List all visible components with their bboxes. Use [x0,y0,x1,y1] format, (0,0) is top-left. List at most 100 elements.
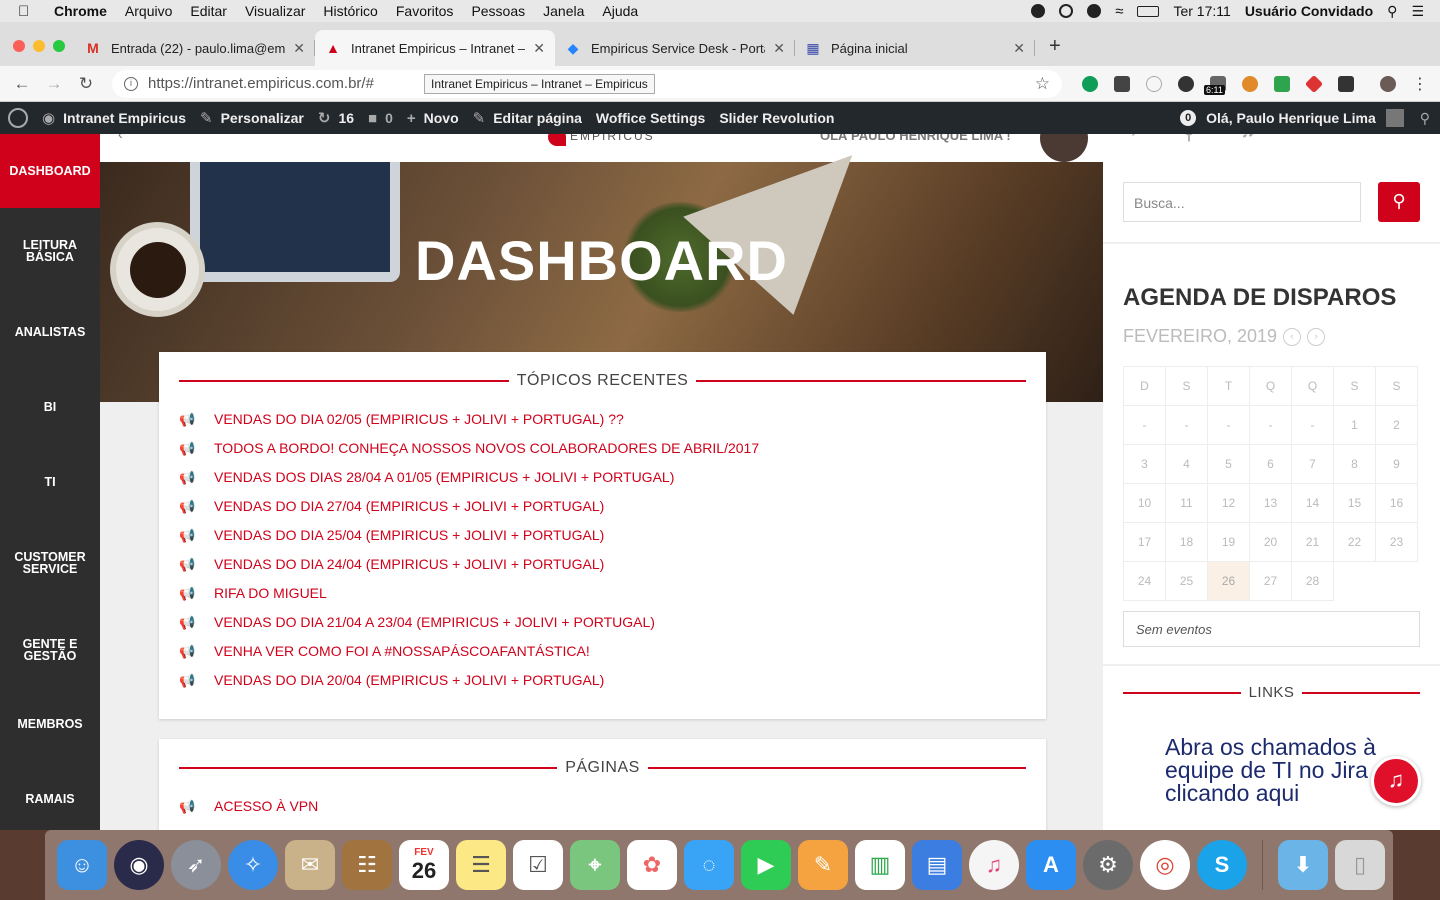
calendar-day[interactable]: - [1291,405,1334,445]
menu-janela[interactable]: Janela [543,3,584,19]
apple-menu-icon[interactable]:  [18,3,40,20]
calendar-day[interactable]: 1 [1333,405,1376,445]
tab-gmail[interactable]: M Entrada (22) - paulo.lima@emp ✕ [75,30,315,66]
topic-link[interactable]: RIFA DO MIGUEL [214,585,327,601]
skype-icon[interactable]: S [1197,840,1247,890]
slider-revolution-link[interactable]: Slider Revolution [719,110,834,126]
extension-owl-icon[interactable] [1242,75,1258,92]
topic-item[interactable]: 📢 VENDAS DO DIA 21/04 A 23/04 (EMPIRICUS … [179,607,1026,636]
calendar-day[interactable]: - [1165,405,1208,445]
updates-link[interactable]: ↻ 16 [318,109,354,127]
trash-icon[interactable]: ▯ [1335,840,1385,890]
calendar-day[interactable]: 23 [1375,522,1418,562]
extension-globe-icon[interactable] [1178,75,1194,92]
topic-item[interactable]: 📢 VENDAS DO DIA 24/04 (EMPIRICUS + JOLIVI… [179,549,1026,578]
siri-icon[interactable]: ◉ [114,840,164,890]
account-greeting[interactable]: Olá, Paulo Henrique Lima [1206,110,1376,126]
extension-dots-icon[interactable] [1114,75,1130,92]
topic-link[interactable]: VENDAS DO DIA 21/04 A 23/04 (EMPIRICUS +… [214,614,655,630]
bell-icon[interactable]: ♫ [1240,134,1255,145]
reminders-icon[interactable]: ☑ [513,840,563,890]
maps-icon[interactable]: ⌖ [570,840,620,890]
url-text[interactable]: https://intranet.empiricus.com.br/# [148,75,374,92]
user-name[interactable]: Usuário Convidado [1245,3,1373,19]
jira-link[interactable]: Abra os chamados à equipe de TI no Jira … [1165,736,1385,805]
menu-visualizar[interactable]: Visualizar [245,3,305,19]
wifi-icon[interactable]: ≈ [1115,3,1123,20]
sidebar-item-customer-service[interactable]: CUSTOMER SERVICE [0,519,100,607]
zoom-window-button[interactable] [53,40,65,52]
menu-editar[interactable]: Editar [190,3,227,19]
keynote-icon[interactable]: ▤ [912,840,962,890]
calendar-icon[interactable]: FEV 26 [399,840,449,890]
calendar-day[interactable]: 13 [1249,483,1292,523]
status-face-icon[interactable] [1087,4,1102,18]
next-month-icon[interactable]: › [1307,327,1326,346]
calendar-day[interactable]: 2 [1375,405,1418,445]
notification-bell-button[interactable]: ♫ [1371,756,1421,806]
collapse-arrow-icon[interactable]: ‹ [118,134,123,142]
clock[interactable]: Ter 17:11 [1173,3,1230,19]
sidebar-item-ramais[interactable]: RAMAIS [0,755,100,830]
calendar-day[interactable]: 11 [1165,483,1208,523]
comments-link[interactable]: ■ 0 [368,110,393,127]
topic-item[interactable]: 📢 VENDAS DO DIA 27/04 (EMPIRICUS + JOLIVI… [179,491,1026,520]
prev-month-icon[interactable]: ‹ [1283,327,1302,346]
pages-icon[interactable]: ✎ [798,840,848,890]
hangouts-icon[interactable] [1082,75,1098,92]
facetime-icon[interactable]: ▶ [741,840,791,890]
menu-pessoas[interactable]: Pessoas [471,3,525,19]
status-circle-icon[interactable] [1059,4,1074,18]
arrow-right-icon[interactable]: › [1131,134,1138,145]
calendar-day[interactable]: - [1249,405,1292,445]
calendar-day[interactable]: 6 [1249,444,1292,484]
calendar-day[interactable]: - [1123,405,1166,445]
calendar-day[interactable]: 9 [1375,444,1418,484]
topic-link[interactable]: VENHA VER COMO FOI A #NOSSAPÁSCOAFANTÁST… [214,643,590,659]
sidebar-item-dashboard[interactable]: DASHBOARD [0,134,100,208]
calendar-day[interactable]: 21 [1291,522,1334,562]
sidebar-item-gente-e-gestao[interactable]: GENTE E GESTÃO [0,607,100,693]
itunes-icon[interactable]: ♫ [969,840,1019,890]
close-tab-icon[interactable]: ✕ [293,40,305,57]
calendar-day[interactable]: 3 [1123,444,1166,484]
site-logo[interactable]: EMPIRICUS [548,134,655,146]
calendar-day-today[interactable]: 26 [1207,561,1250,601]
calendar-day[interactable]: 27 [1249,561,1292,601]
extension-screen-icon[interactable] [1338,75,1354,92]
omnibox[interactable]: i https://intranet.empiricus.com.br/# In… [112,69,1062,98]
tab-intranet[interactable]: ▲ Intranet Empiricus – Intranet – E ✕ [315,30,555,66]
tab-service-desk[interactable]: ◆ Empiricus Service Desk - Porta ✕ [555,30,795,66]
calendar-day[interactable]: 8 [1333,444,1376,484]
search-button[interactable]: ⚲ [1378,182,1420,222]
battery-icon[interactable] [1137,5,1160,17]
edit-page-link[interactable]: ✎ Editar página [473,109,582,127]
notes-icon[interactable]: ☰ [456,840,506,890]
sidebar-item-bi[interactable]: BI [0,369,100,444]
new-link[interactable]: + Novo [407,110,459,127]
page-link[interactable]: ACESSO À VPN [214,798,318,814]
app-menu[interactable]: Chrome [54,3,107,19]
topic-item[interactable]: 📢 RIFA DO MIGUEL [179,578,1026,607]
account-avatar[interactable] [1385,109,1404,127]
launchpad-icon[interactable]: ➶ [171,840,221,890]
new-tab-button[interactable]: + [1049,35,1061,58]
menu-arquivo[interactable]: Arquivo [125,3,172,19]
topic-link[interactable]: VENDAS DO DIA 27/04 (EMPIRICUS + JOLIVI … [214,498,604,514]
calendar-day[interactable]: 14 [1291,483,1334,523]
back-icon[interactable]: ← [6,74,38,94]
chrome-menu-icon[interactable]: ⋮ [1412,74,1428,94]
calendar-day[interactable]: 28 [1291,561,1334,601]
sidebar-item-leitura-basica[interactable]: LEITURA BÁSICA [0,208,100,294]
forward-icon[interactable]: → [38,74,70,94]
topic-item[interactable]: 📢 VENDAS DO DIA 25/04 (EMPIRICUS + JOLIVI… [179,520,1026,549]
calendar-day[interactable]: 5 [1207,444,1250,484]
spotlight-icon[interactable]: ⚲ [1387,3,1397,20]
reload-icon[interactable]: ↻ [70,74,102,94]
photos-icon[interactable]: ✿ [627,840,677,890]
calendar-day[interactable]: 15 [1333,483,1376,523]
chrome-icon[interactable]: ◎ [1140,840,1190,890]
info-icon[interactable]: i [124,76,138,91]
topic-link[interactable]: VENDAS DOS DIAS 28/04 A 01/05 (EMPIRICUS… [214,469,674,485]
system-preferences-icon[interactable]: ⚙ [1083,840,1133,890]
